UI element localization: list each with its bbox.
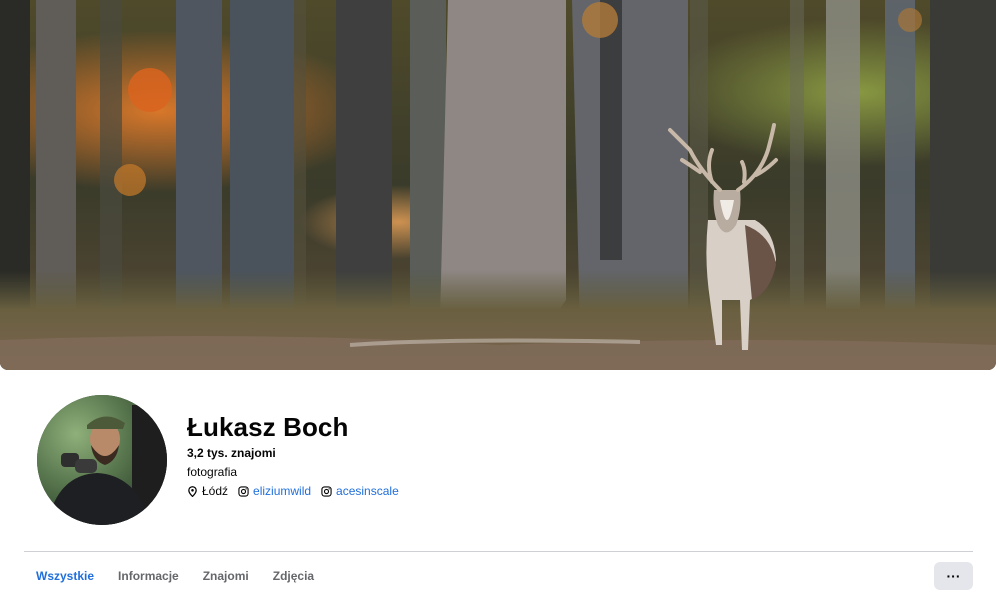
profile-name: Łukasz Boch	[187, 412, 349, 442]
instagram-icon	[238, 485, 249, 497]
profile-page: Łukasz Boch 3,2 tys. znajomi fotografia …	[0, 0, 996, 594]
more-dots-icon: ···	[946, 568, 961, 584]
map-pin-icon	[188, 485, 197, 497]
cover-photo[interactable]	[0, 0, 996, 370]
header-divider	[24, 551, 973, 552]
tab-znajomi[interactable]: Znajomi	[191, 558, 261, 594]
profile-bio: fotografia	[187, 465, 238, 479]
instagram-item-2[interactable]: acesinscale	[321, 484, 399, 498]
profile-tabs: Wszystkie Informacje Znajomi Zdjęcia	[24, 558, 326, 594]
instagram-link-2[interactable]: acesinscale	[336, 484, 399, 498]
instagram-link-1[interactable]: eliziumwild	[253, 484, 311, 498]
location-item: Łódź	[187, 484, 228, 498]
cover-forest-deer-image	[0, 0, 996, 370]
tab-wszystkie[interactable]: Wszystkie	[24, 558, 106, 594]
profile-meta-row: Łódź eliziumwild acesinscale	[187, 484, 409, 498]
avatar-photo-image	[37, 395, 167, 525]
friends-count[interactable]: 3,2 tys. znajomi	[187, 446, 276, 460]
location-text: Łódź	[202, 484, 229, 498]
tab-zdjecia[interactable]: Zdjęcia	[261, 558, 326, 594]
more-options-button[interactable]: ···	[934, 562, 973, 590]
tab-informacje[interactable]: Informacje	[106, 558, 191, 594]
instagram-item-1[interactable]: eliziumwild	[238, 484, 311, 498]
profile-avatar[interactable]	[35, 393, 169, 527]
instagram-icon	[321, 485, 332, 497]
